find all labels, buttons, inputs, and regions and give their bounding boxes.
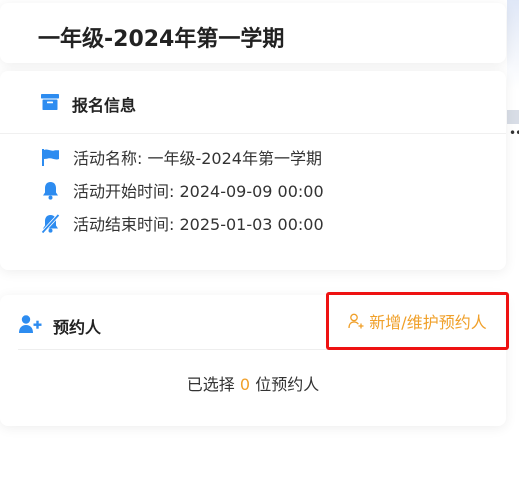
activity-name-row: 活动名称: 一年级-2024年第一学期 [40, 146, 322, 168]
more-dots-icon[interactable]: •• [509, 127, 519, 139]
activity-start-row: 活动开始时间: 2024-09-09 00:00 [40, 179, 324, 201]
reservation-heading: 预约人 [53, 318, 102, 337]
activity-name-text: 活动名称: 一年级-2024年第一学期 [73, 149, 322, 168]
add-maintain-reservation-label: 新增/维护预约人 [369, 313, 487, 332]
registration-info-card: 报名信息 活动名称: 一年级-2024年第一学期 活动开始时间: 2024-09… [0, 71, 506, 270]
selected-count: 0 [239, 375, 251, 394]
selected-suffix: 位预约人 [255, 375, 320, 394]
activity-end-row: 活动结束时间: 2025-01-03 00:00 [40, 212, 324, 234]
flag-icon [42, 148, 59, 166]
bell-slash-icon [41, 213, 60, 234]
add-maintain-reservation-button[interactable]: 新增/维护预约人 [326, 292, 509, 350]
registration-info-heading: 报名信息 [72, 96, 137, 115]
panel-edge-bar [507, 110, 519, 124]
adjacent-panel-edge: •• [507, 0, 519, 499]
registration-info-header: 报名信息 [0, 71, 506, 134]
page-title-card: 一年级-2024年第一学期 [0, 3, 506, 63]
bell-icon [43, 181, 58, 200]
archive-box-icon [41, 94, 59, 110]
activity-end-text: 活动结束时间: 2025-01-03 00:00 [73, 215, 324, 234]
selected-prefix: 已选择 [186, 375, 235, 394]
add-person-outline-icon [348, 313, 364, 329]
selected-reservation-summary: 已选择 0 位预约人 [0, 371, 506, 395]
add-user-icon [19, 315, 42, 333]
activity-start-text: 活动开始时间: 2024-09-09 00:00 [73, 182, 324, 201]
page-title: 一年级-2024年第一学期 [38, 27, 285, 52]
